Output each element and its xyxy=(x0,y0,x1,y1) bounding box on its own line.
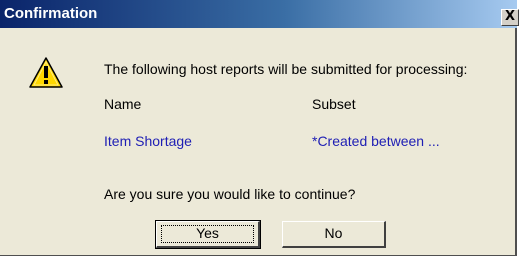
no-button-label: No xyxy=(324,225,343,241)
close-button[interactable]: X xyxy=(501,9,519,26)
yes-button-label: Yes xyxy=(196,225,219,241)
confirmation-message: The following host reports will be submi… xyxy=(104,61,468,77)
warning-icon xyxy=(29,57,63,88)
yes-button[interactable]: Yes xyxy=(155,220,261,249)
dialog-title: Confirmation xyxy=(4,5,98,22)
title-bar[interactable]: Confirmation X xyxy=(0,0,519,28)
no-button[interactable]: No xyxy=(282,221,386,248)
name-column-header: Name xyxy=(104,96,142,112)
subset-column-header: Subset xyxy=(312,96,356,112)
continue-question: Are you sure you would like to continue? xyxy=(104,186,356,202)
close-icon: X xyxy=(504,9,516,24)
confirmation-dialog: Confirmation X The following host report… xyxy=(0,0,519,256)
report-name-link[interactable]: Item Shortage xyxy=(104,133,192,149)
report-subset-link[interactable]: *Created between ... xyxy=(312,133,440,149)
